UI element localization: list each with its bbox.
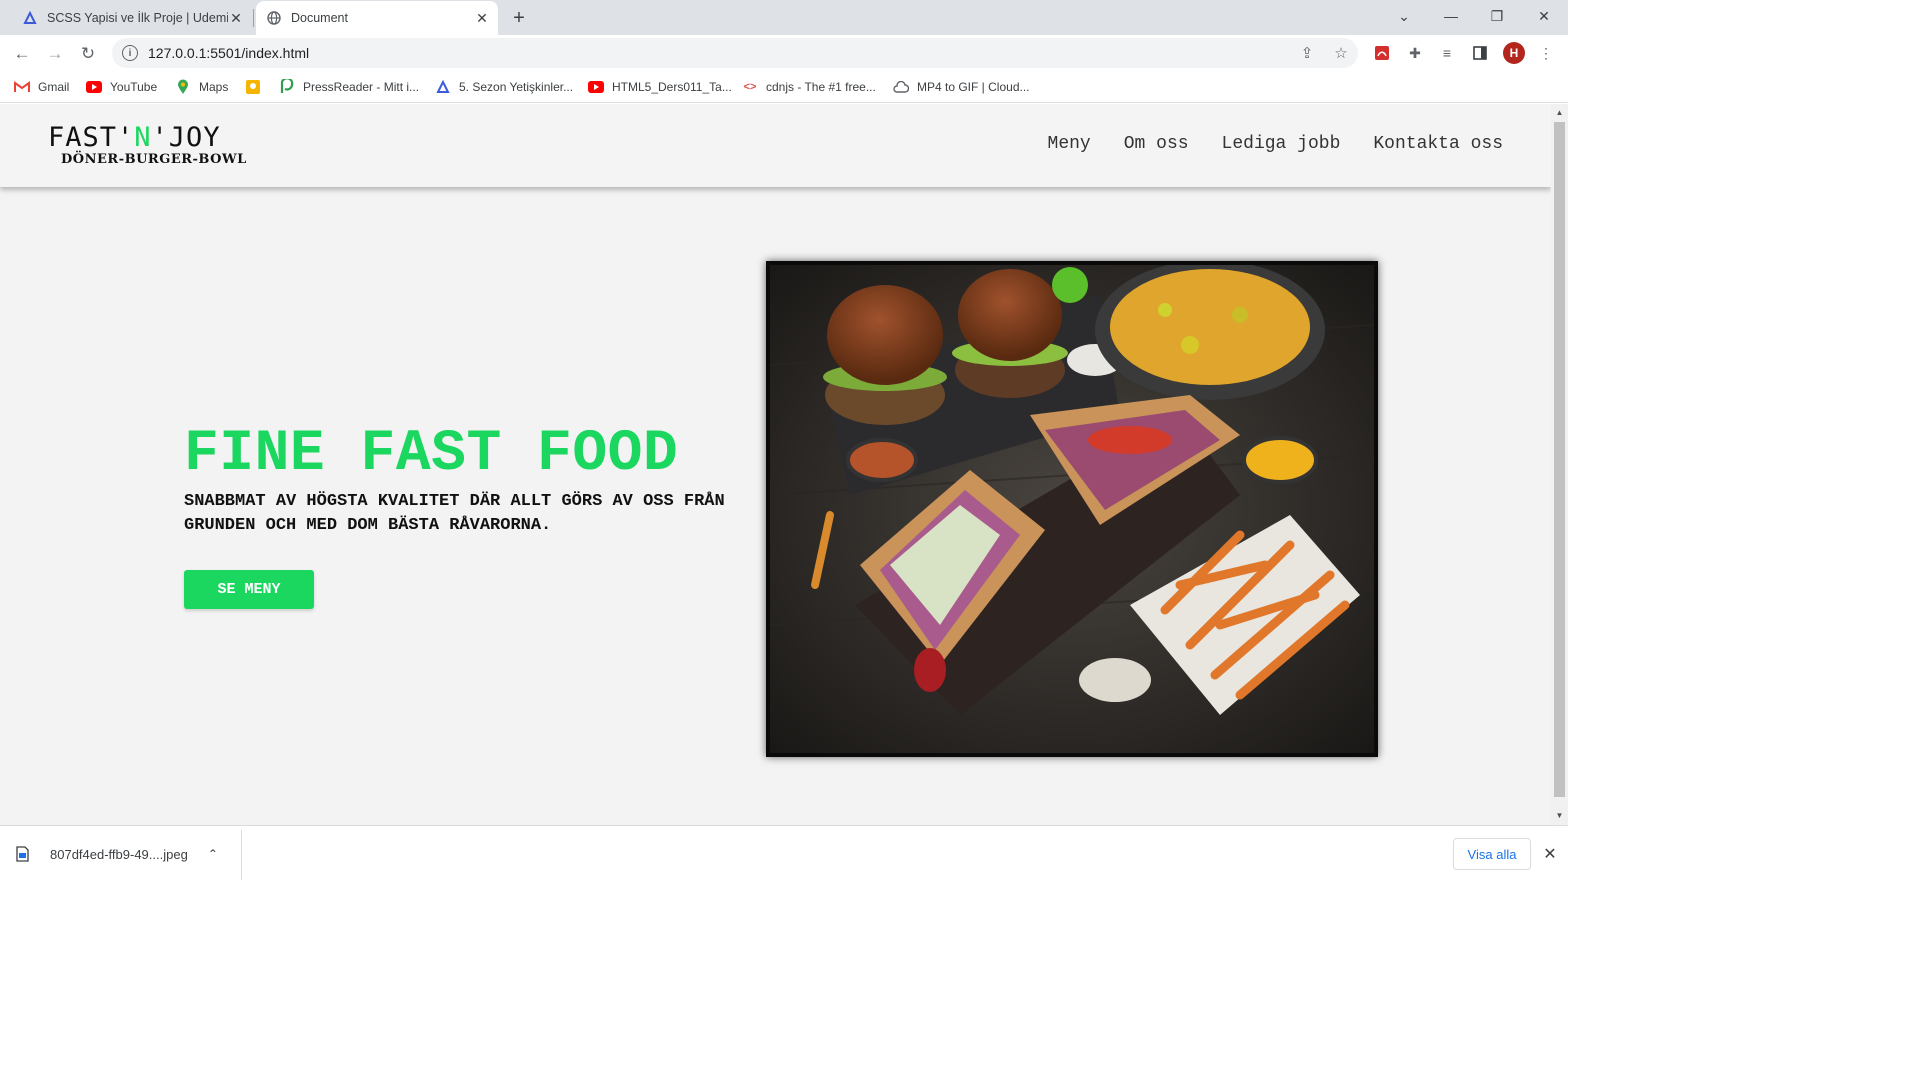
code-icon: <> [743,81,757,93]
chevron-up-icon[interactable]: ⌃ [208,847,218,861]
bookmark-label: HTML5_Ders011_Ta... [612,80,732,94]
reload-icon[interactable]: ↻ [74,40,102,68]
page-scrollbar[interactable]: ▲ ▼ [1551,104,1568,825]
udemig-icon [435,79,451,95]
cloud-icon [893,79,909,95]
share-icon[interactable]: ⇪ [1298,44,1316,62]
close-icon[interactable]: ✕ [1540,844,1560,864]
bookmark-html5[interactable]: HTML5_Ders011_Ta... [588,77,732,97]
side-panel-icon[interactable] [1470,43,1490,63]
window-close-icon[interactable]: ✕ [1521,0,1567,32]
bookmark-sezon[interactable]: 5. Sezon Yetişkinler... [435,77,573,97]
bookmark-mp4togif[interactable]: MP4 to GIF | Cloud... [893,77,1030,97]
maps-icon [175,79,191,95]
bookmarks-bar: Gmail YouTube Maps PressReader - Mitt i.… [0,71,1568,103]
bookmark-label: YouTube [110,80,158,94]
bookmark-label: 5. Sezon Yetişkinler... [459,80,574,94]
bookmark-pressreader[interactable]: PressReader - Mitt i... [279,77,419,97]
logo-accent: N [134,122,152,153]
site-header: FAST'N'JOY DÖNER-BURGER-BOWL Meny Om oss… [0,104,1551,187]
scroll-down-icon[interactable]: ▼ [1555,811,1564,820]
site-info-icon[interactable]: i [122,45,138,61]
tab-strip: SCSS Yapisi ve İlk Proje | Udemig ✕ Docu… [0,0,1568,35]
youtube-icon [86,79,102,95]
address-bar[interactable]: i 127.0.0.1:5501/index.html ⇪ ☆ [112,38,1358,68]
youtube-icon [588,79,604,95]
bookmark-app-icon [245,79,261,95]
restore-icon[interactable]: ❐ [1474,0,1520,32]
bookmark-label: Maps [199,80,229,94]
file-icon [14,845,30,863]
logo-part: 'JOY [151,122,221,153]
bookmark-app[interactable] [245,77,269,97]
close-icon[interactable]: ✕ [228,10,244,26]
tab-title: Document [291,11,348,25]
download-shelf: 807df4ed-ffb9-49....jpeg ⌃ Visa alla ✕ [0,825,1568,882]
tab-document[interactable]: Document ✕ [256,1,498,35]
bookmark-label: PressReader - Mitt i... [303,80,420,94]
globe-icon [266,10,282,26]
gmail-icon [14,79,30,95]
se-meny-button[interactable]: SE MENY [184,570,314,609]
bookmark-label: Gmail [38,80,70,94]
bookmark-label: cdnjs - The #1 free... [766,80,876,94]
bookmark-maps[interactable]: Maps [175,77,228,97]
hero-food-image [766,261,1378,757]
browser-toolbar: ← → ↻ i 127.0.0.1:5501/index.html ⇪ ☆ ✚ … [0,35,1568,71]
pressreader-icon [279,79,295,95]
minimize-icon[interactable]: — [1428,0,1474,32]
back-icon[interactable]: ← [8,40,36,68]
tab-search-icon[interactable]: ⌄ [1381,0,1427,32]
site-logo[interactable]: FAST'N'JOY DÖNER-BURGER-BOWL [48,124,247,168]
hero-subtitle: SNABBMAT AV HÖGSTA KVALITET DÄR ALLT GÖR… [184,492,725,535]
scroll-up-icon[interactable]: ▲ [1555,108,1564,117]
tab-separator [253,9,254,27]
tab-title: SCSS Yapisi ve İlk Proje | Udemig [47,11,228,25]
scrollbar-thumb[interactable] [1554,122,1565,797]
show-all-button[interactable]: Visa alla [1453,838,1531,870]
page-viewport: FAST'N'JOY DÖNER-BURGER-BOWL Meny Om oss… [0,104,1551,825]
bookmark-cdnjs[interactable]: <> cdnjs - The #1 free... [742,77,876,97]
bookmark-youtube[interactable]: YouTube [86,77,157,97]
download-filename: 807df4ed-ffb9-49....jpeg [50,846,188,862]
nav-link-kontakta-oss[interactable]: Kontakta oss [1373,134,1503,154]
url-text[interactable]: 127.0.0.1:5501/index.html [148,45,309,61]
nav-link-meny[interactable]: Meny [1048,134,1091,154]
media-controls-icon[interactable]: ≡ [1437,43,1457,63]
logo-wordmark: FAST'N'JOY [48,124,247,152]
forward-icon[interactable]: → [41,40,69,68]
hero-title: FINE FAST FOOD [184,422,679,487]
bookmark-gmail[interactable]: Gmail [14,77,69,97]
udemig-icon [22,10,38,26]
logo-tagline: DÖNER-BURGER-BOWL [61,152,247,167]
download-item[interactable]: 807df4ed-ffb9-49....jpeg ⌃ [14,836,218,872]
close-icon[interactable]: ✕ [474,10,490,26]
nav-link-lediga-jobb[interactable]: Lediga jobb [1222,134,1341,154]
divider [241,830,242,880]
logo-part: FAST' [48,122,135,153]
bookmark-label: MP4 to GIF | Cloud... [917,80,1030,94]
tab-udemig[interactable]: SCSS Yapisi ve İlk Proje | Udemig ✕ [12,1,252,35]
nav-link-om-oss[interactable]: Om oss [1124,134,1189,154]
extensions-icon[interactable]: ✚ [1405,43,1425,63]
profile-avatar[interactable]: H [1503,42,1525,64]
food-illustration [770,265,1374,753]
main-nav: Meny Om oss Lediga jobb Kontakta oss [1048,134,1503,154]
menu-icon[interactable]: ⋮ [1536,43,1556,63]
pdf-extension-icon[interactable] [1372,43,1392,63]
star-icon[interactable]: ☆ [1332,44,1350,62]
new-tab-button[interactable]: + [507,6,531,30]
